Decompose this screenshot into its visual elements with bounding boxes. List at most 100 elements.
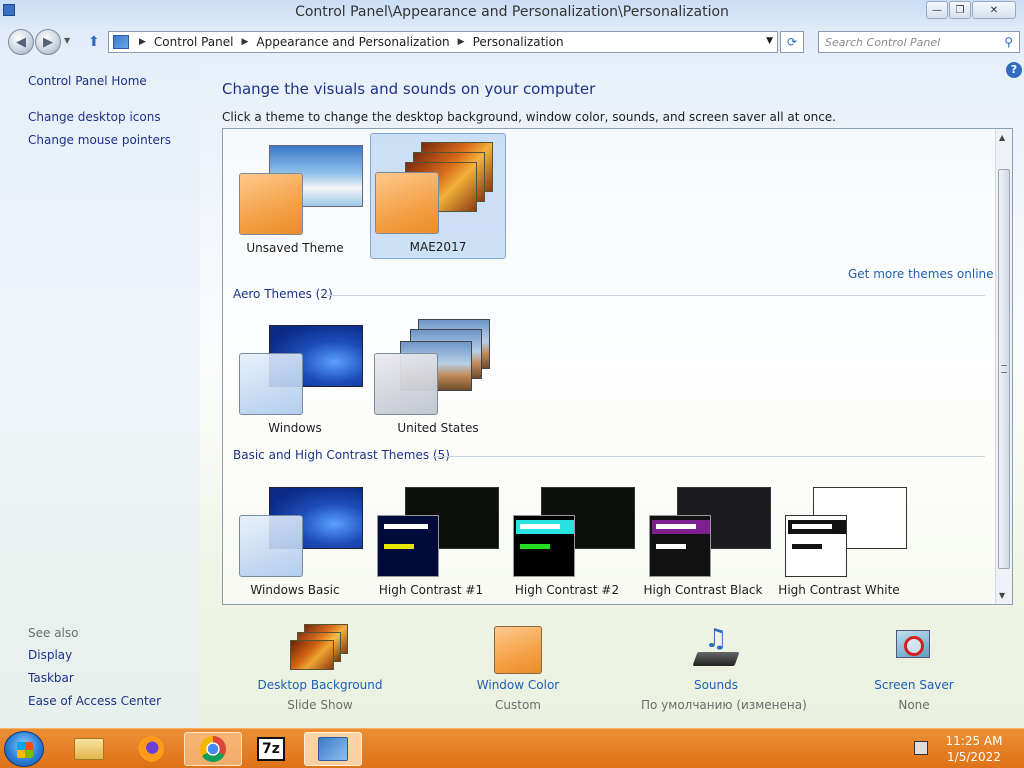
theme-name: Windows Basic <box>250 583 340 597</box>
minimize-button[interactable]: — <box>926 1 948 19</box>
sounds-setting[interactable]: ♫ Sounds По умолчанию (изменена) <box>641 620 807 720</box>
chevron-down-icon[interactable]: ▼ <box>766 36 773 46</box>
taskbar-control-panel[interactable] <box>304 732 362 766</box>
taskbar-7zip[interactable]: 7z <box>242 732 300 766</box>
clock-date: 1/5/2022 <box>947 750 1001 764</box>
theme-high-contrast-1[interactable]: High Contrast #1 <box>363 477 499 603</box>
network-icon[interactable] <box>914 741 928 755</box>
theme-high-contrast-2[interactable]: High Contrast #2 <box>499 477 635 603</box>
up-arrow-icon[interactable]: ⬆ <box>88 34 100 50</box>
windows-logo-icon <box>17 742 33 758</box>
setting-value: Custom <box>495 698 541 712</box>
theme-name: High Contrast #1 <box>378 583 484 597</box>
taskbar: 7z 11:25 AM 1/5/2022 <box>0 728 1024 768</box>
change-mouse-pointers-link[interactable]: Change mouse pointers <box>28 133 171 147</box>
theme-name: Unsaved Theme <box>246 241 344 255</box>
ease-of-access-link[interactable]: Ease of Access Center <box>28 694 161 708</box>
theme-mae2017[interactable]: MAE2017 <box>370 133 506 259</box>
setting-label[interactable]: Window Color <box>443 678 593 692</box>
theme-united-states[interactable]: United States <box>370 315 506 441</box>
theme-color-swatch <box>375 172 439 234</box>
breadcrumb-appearance[interactable]: Appearance and Personalization <box>252 35 453 49</box>
themes-list[interactable]: Unsaved Theme MAE2017 Get more themes on… <box>222 128 1013 605</box>
title-bar[interactable]: Control Panel\Appearance and Personaliza… <box>0 0 1024 26</box>
address-bar[interactable]: ▶ Control Panel ▶ Appearance and Persona… <box>108 31 778 53</box>
page-title: Change the visuals and sounds on your co… <box>222 80 596 98</box>
see-also-heading: See also <box>28 626 79 640</box>
back-button[interactable]: ◀ <box>8 29 34 55</box>
search-icon[interactable]: ⚲ <box>1004 35 1013 49</box>
control-panel-home-link[interactable]: Control Panel Home <box>28 74 147 88</box>
maximize-button[interactable]: ❐ <box>949 1 971 19</box>
theme-color-swatch <box>785 515 847 577</box>
scroll-thumb[interactable] <box>998 169 1010 569</box>
page-description: Click a theme to change the desktop back… <box>222 110 836 124</box>
forward-button[interactable]: ▶ <box>35 29 61 55</box>
group-divider <box>327 295 985 296</box>
clock[interactable]: 11:25 AM 1/5/2022 <box>936 733 1012 765</box>
recent-pages-dropdown-icon[interactable]: ▼ <box>64 36 70 45</box>
chevron-right-icon[interactable]: ▶ <box>454 37 469 47</box>
theme-color-swatch <box>239 353 303 415</box>
taskbar-firefox[interactable] <box>122 732 180 766</box>
vertical-scrollbar[interactable]: ▲ ▼ <box>995 129 1012 604</box>
setting-label[interactable]: Desktop Background <box>245 678 395 692</box>
7zip-icon: 7z <box>257 737 285 761</box>
theme-name: Windows <box>268 421 322 435</box>
chevron-right-icon[interactable]: ▶ <box>135 37 150 47</box>
theme-name: High Contrast White <box>778 583 900 597</box>
theme-color-swatch <box>377 515 439 577</box>
change-desktop-icons-link[interactable]: Change desktop icons <box>28 110 161 124</box>
folder-icon <box>74 738 104 760</box>
breadcrumb-control-panel[interactable]: Control Panel <box>150 35 238 49</box>
theme-windows[interactable]: Windows <box>227 315 363 441</box>
theme-name: High Contrast Black <box>643 583 763 597</box>
window-color-icon <box>494 626 542 674</box>
theme-windows-basic[interactable]: Windows Basic <box>227 477 363 603</box>
chrome-icon <box>200 736 226 762</box>
start-button[interactable] <box>4 731 44 767</box>
control-panel-icon <box>113 35 129 49</box>
help-icon[interactable]: ? <box>1006 62 1022 78</box>
display-link[interactable]: Display <box>28 648 72 662</box>
theme-name: United States <box>397 421 479 435</box>
window-title: Control Panel\Appearance and Personaliza… <box>295 4 729 20</box>
basic-themes-heading[interactable]: Basic and High Contrast Themes (5) <box>233 448 450 462</box>
scroll-down-arrow-icon[interactable]: ▼ <box>999 591 1005 600</box>
setting-value: None <box>898 698 930 712</box>
desktop-background-setting[interactable]: Desktop Background Slide Show <box>245 620 395 720</box>
taskbar-chrome[interactable] <box>184 732 242 766</box>
setting-label[interactable]: Sounds <box>641 678 791 692</box>
search-box[interactable]: ⚲ <box>818 31 1020 53</box>
refresh-button[interactable]: ⟳ <box>780 31 804 53</box>
theme-high-contrast-white[interactable]: High Contrast White <box>771 477 907 603</box>
control-panel-icon <box>318 737 348 761</box>
taskbar-link[interactable]: Taskbar <box>28 671 74 685</box>
breadcrumb-personalization[interactable]: Personalization <box>469 35 568 49</box>
get-more-themes-link[interactable]: Get more themes online <box>848 267 994 281</box>
window-color-setting[interactable]: Window Color Custom <box>443 620 593 720</box>
theme-color-swatch <box>239 173 303 235</box>
theme-color-swatch <box>239 515 303 577</box>
clock-time: 11:25 AM <box>945 734 1003 748</box>
screen-saver-setting[interactable]: Screen Saver None <box>839 620 989 720</box>
setting-label[interactable]: Screen Saver <box>839 678 989 692</box>
sounds-icon: ♫ <box>691 624 741 674</box>
theme-color-swatch <box>374 353 438 415</box>
setting-value: Slide Show <box>287 698 353 712</box>
close-button[interactable]: ✕ <box>972 1 1016 19</box>
search-input[interactable] <box>819 32 995 52</box>
theme-high-contrast-black[interactable]: High Contrast Black <box>635 477 771 603</box>
theme-color-swatch <box>513 515 575 577</box>
theme-unsaved-theme[interactable]: Unsaved Theme <box>227 135 363 261</box>
group-divider <box>433 456 985 457</box>
left-navigation-pane: Control Panel Home Change desktop icons … <box>0 58 200 728</box>
desktop-background-icon <box>290 624 350 674</box>
aero-themes-heading[interactable]: Aero Themes (2) <box>233 287 333 301</box>
screen-saver-icon <box>892 626 936 670</box>
chevron-right-icon[interactable]: ▶ <box>238 37 253 47</box>
personalization-window: Control Panel\Appearance and Personaliza… <box>0 0 1024 728</box>
scroll-up-arrow-icon[interactable]: ▲ <box>999 133 1005 142</box>
theme-name: High Contrast #2 <box>514 583 620 597</box>
taskbar-file-explorer[interactable] <box>60 732 118 766</box>
